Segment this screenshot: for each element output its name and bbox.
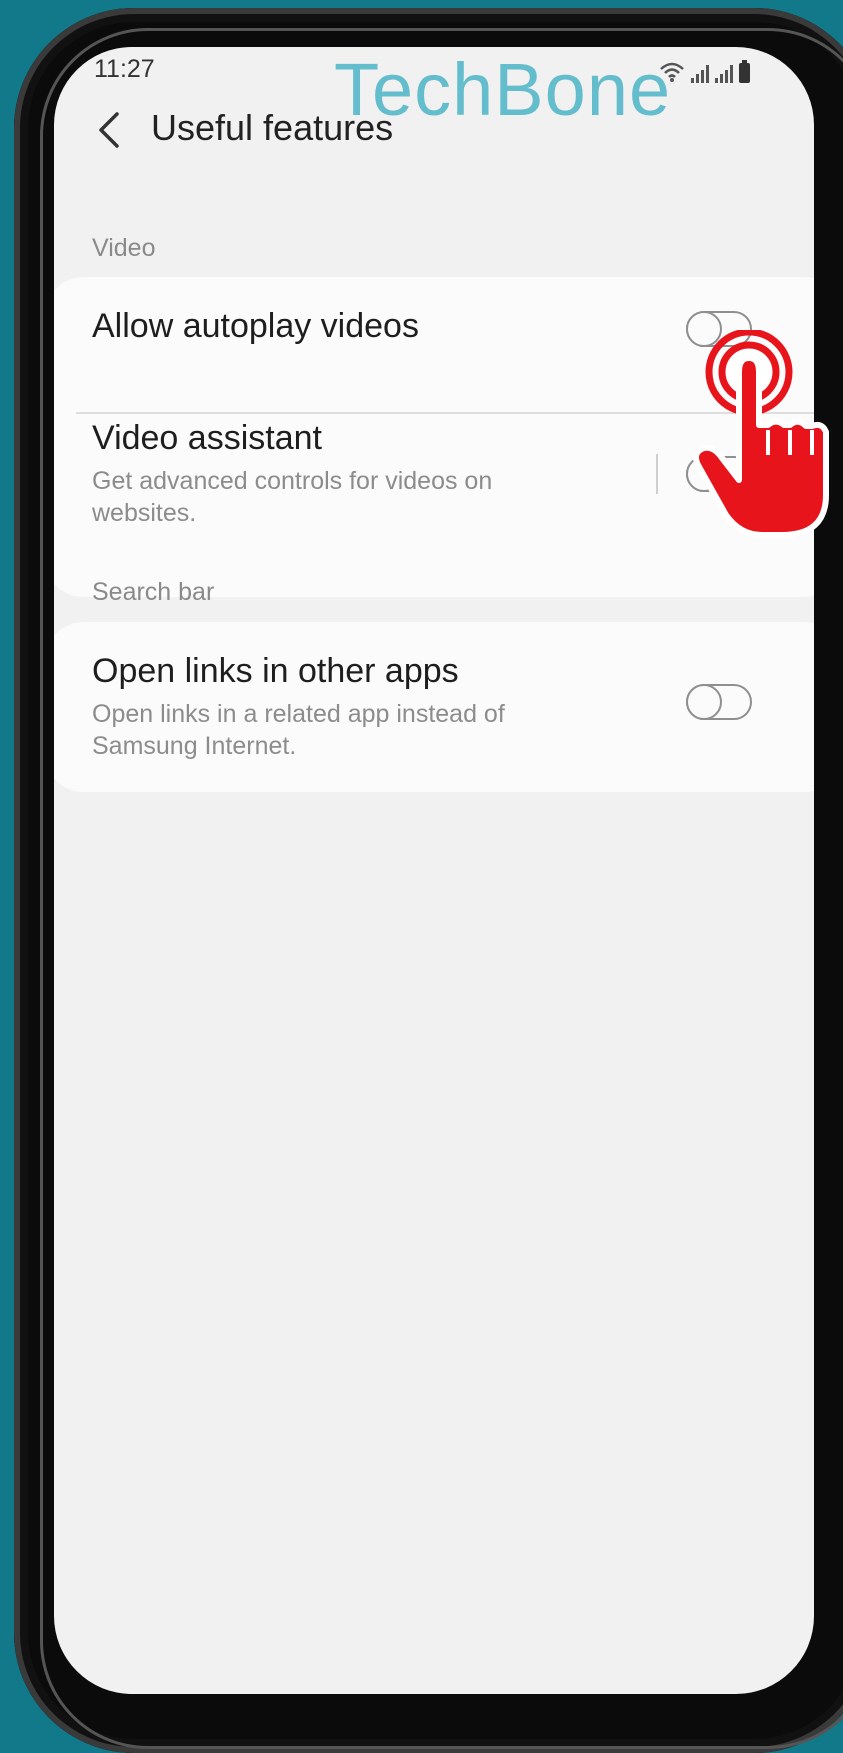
section-label-video: Video xyxy=(92,234,156,262)
status-icons xyxy=(659,53,779,83)
toggle-separator xyxy=(656,454,658,494)
video-assistant-title: Video assistant xyxy=(92,419,322,457)
signal-icon-2 xyxy=(715,63,733,83)
signal-icon-1 xyxy=(691,63,709,83)
setting-row-open-links[interactable]: Open links in other apps Open links in a… xyxy=(54,622,814,792)
open-links-toggle[interactable] xyxy=(686,684,752,720)
status-time: 11:27 xyxy=(94,55,155,83)
phone-screen: 11:27 TechBone Useful features Video All… xyxy=(54,47,814,1694)
tap-hand-icon xyxy=(693,330,829,538)
chevron-left-icon xyxy=(99,112,119,148)
open-links-title: Open links in other apps xyxy=(92,652,459,690)
autoplay-videos-title: Allow autoplay videos xyxy=(92,307,419,345)
battery-icon xyxy=(739,60,750,83)
section-label-search-bar: Search bar xyxy=(92,578,215,606)
video-assistant-subtitle: Get advanced controls for videos on webs… xyxy=(92,467,493,527)
open-links-subtitle: Open links in a related app instead of S… xyxy=(92,700,505,760)
toggle-knob xyxy=(686,684,722,720)
back-button[interactable] xyxy=(84,105,134,155)
page-title: Useful features xyxy=(151,107,394,148)
search-bar-settings-card: Open links in other apps Open links in a… xyxy=(54,622,814,792)
